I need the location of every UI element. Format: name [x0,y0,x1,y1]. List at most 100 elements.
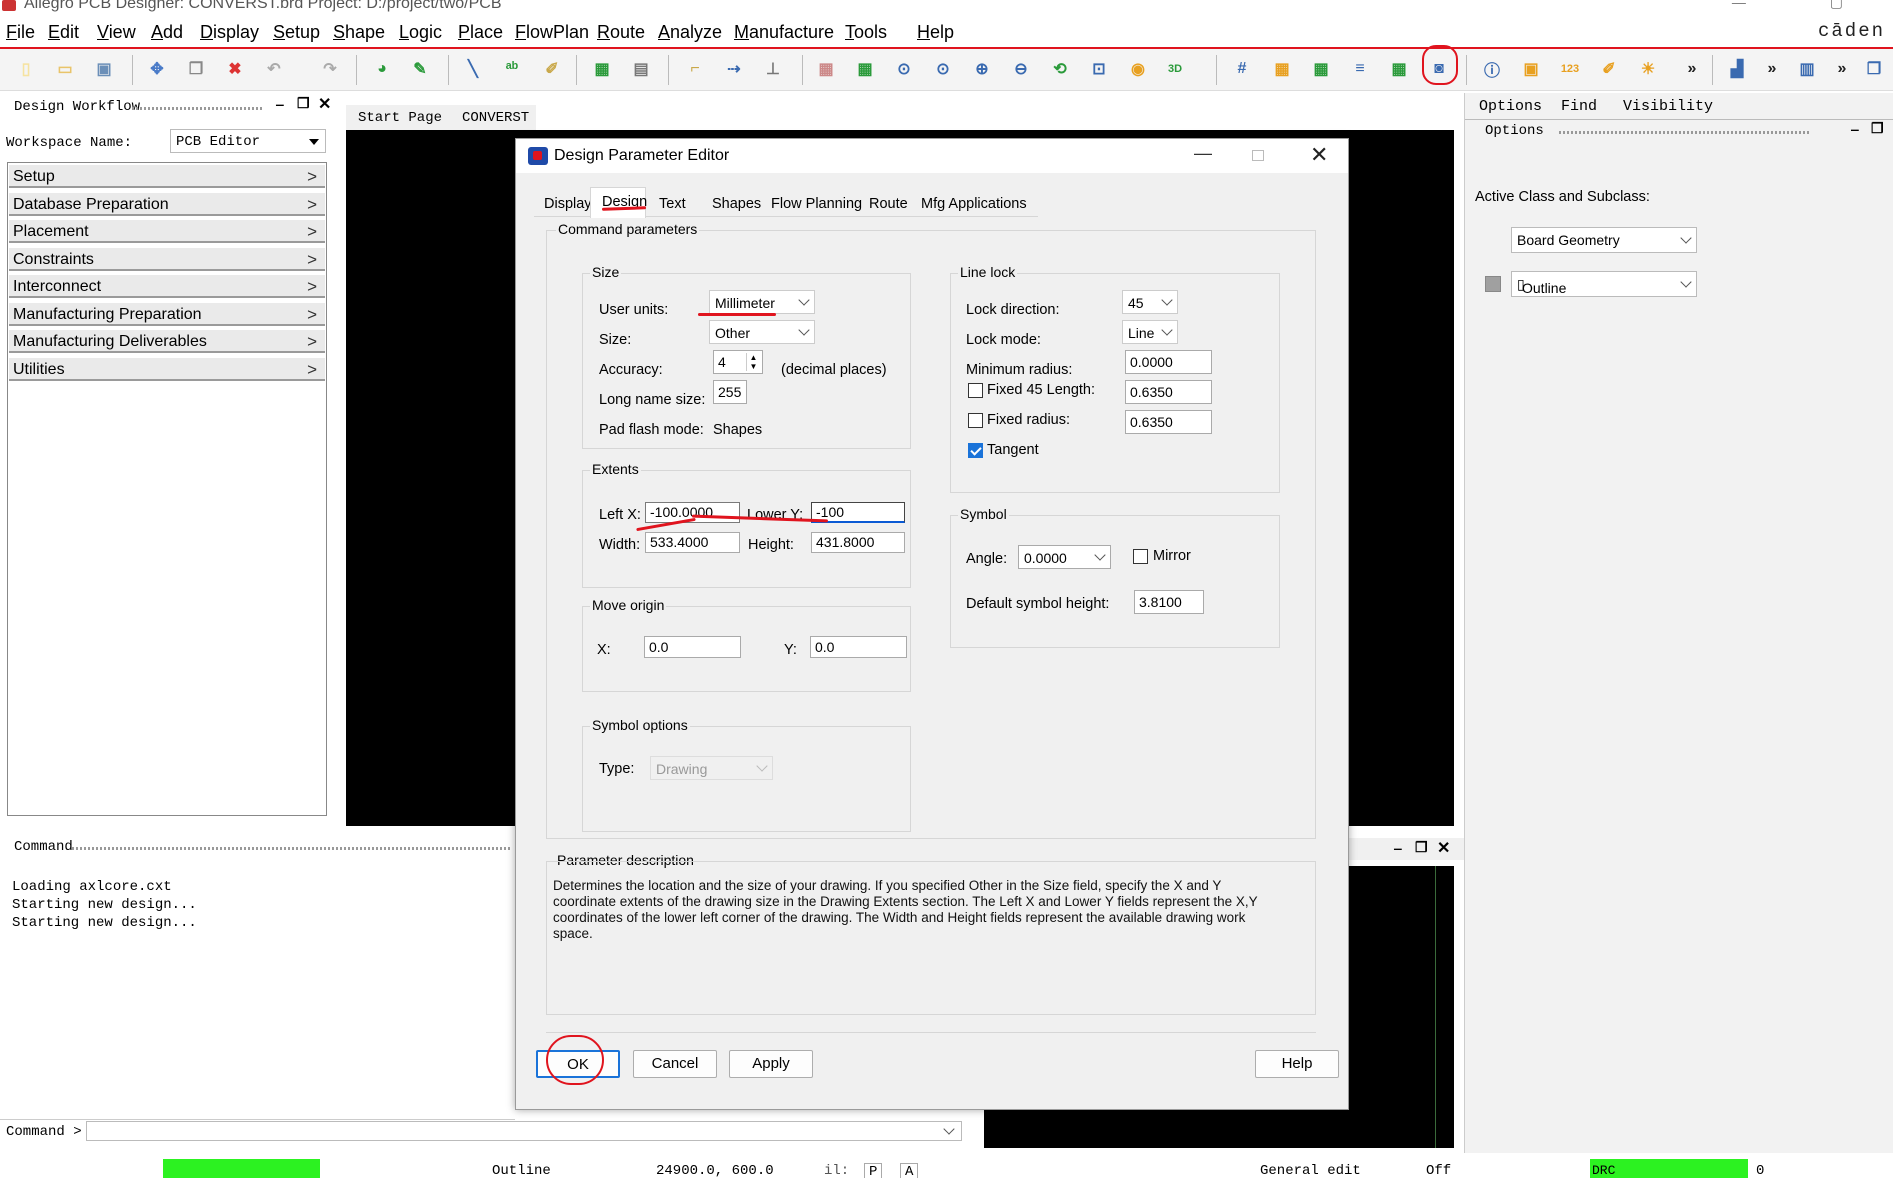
size-select[interactable]: Other [709,320,815,344]
menu-edit[interactable]: Edit [48,22,79,43]
tab-shapes[interactable]: Shapes [712,196,761,212]
window-icon[interactable]: ❐ [1862,57,1886,81]
apply-button[interactable]: Apply [729,1050,813,1078]
menu-shape[interactable]: Shape [333,22,385,43]
workflow-item-constraints[interactable]: Constraints > [9,246,325,271]
minimize-icon[interactable]: ‒ [1851,121,1859,137]
zoom-fit-icon[interactable]: ⊙ [892,57,916,81]
menu-add[interactable]: Add [151,22,183,43]
subclass-select[interactable]: ▯ Outline [1511,271,1697,297]
menu-file[interactable]: File [6,22,35,43]
zoom-world-icon[interactable]: ⊡ [1087,57,1111,81]
property-icon[interactable]: ▣ [1519,57,1543,81]
cancel-button[interactable]: Cancel [633,1050,717,1078]
split-view-icon[interactable]: ▥ [1795,57,1819,81]
overflow-icon[interactable]: » [1830,57,1854,81]
fixed-radius-checkbox[interactable] [968,413,983,428]
command-input[interactable] [86,1121,962,1141]
tab-visibility[interactable]: Visibility [1623,98,1713,115]
menu-manufacture[interactable]: Manufacture [734,22,834,43]
board-icon[interactable]: ▦ [1387,57,1411,81]
color-icon[interactable]: ▦ [1270,57,1294,81]
save-icon[interactable]: ▣ [92,57,116,81]
origin-y-field[interactable]: 0.0 [810,636,907,658]
restore-icon[interactable]: ❐ [297,95,310,112]
grid-toggle-icon[interactable]: # [1230,57,1254,81]
info-icon[interactable]: ⓘ [1480,57,1504,81]
tab-find[interactable]: Find [1561,98,1597,115]
restore-icon[interactable]: ❐ [1415,839,1428,856]
angle-select[interactable]: 0.0000 [1018,545,1111,569]
default-symbol-height-field[interactable]: 3.8100 [1134,590,1204,614]
tab-flow-planning[interactable]: Flow Planning [771,196,862,212]
help-button[interactable]: Help [1255,1050,1339,1078]
delete-icon[interactable]: ✖ [223,57,247,81]
status-a-button[interactable]: A [900,1163,919,1178]
workspace-select[interactable]: PCB Editor [170,129,326,153]
workflow-item-setup[interactable]: Setup > [9,164,325,188]
mirror-checkbox[interactable] [1133,549,1148,564]
grid-icon[interactable]: ▦ [814,57,838,81]
window-controls[interactable]: — ▢ [1732,0,1883,11]
width-field[interactable]: 533.4000 [645,532,740,553]
accuracy-spinner[interactable]: 4 ▲ ▼ [713,350,763,374]
spinner-arrows-icon[interactable]: ▲ ▼ [746,353,760,371]
grid-snap-icon[interactable]: ▦ [853,57,877,81]
component-icon[interactable]: ▦ [590,57,614,81]
zoom-in-icon[interactable]: ⊕ [970,57,994,81]
brightness-icon[interactable]: ☀ [1636,57,1660,81]
menu-help[interactable]: Help [917,22,954,43]
add-line-icon[interactable]: ╲ [461,57,485,81]
workflow-item-manufacturing-preparation[interactable]: Manufacturing Preparation > [9,301,325,326]
tab-display[interactable]: Display [544,196,592,212]
fixed-45-length-field[interactable]: 0.6350 [1125,380,1212,404]
copy-icon[interactable]: ❐ [184,57,208,81]
origin-x-field[interactable]: 0.0 [644,636,741,658]
pin-icon[interactable]: ✎ [408,57,432,81]
restore-icon[interactable]: ❐ [1871,120,1884,137]
highlight-icon[interactable]: ✐ [1597,57,1621,81]
workflow-item-interconnect[interactable]: Interconnect > [9,274,325,298]
route-icon[interactable]: ⌐ [683,57,707,81]
move-icon[interactable]: ✥ [145,57,169,81]
menu-display[interactable]: Display [200,22,259,43]
minimize-icon[interactable]: ‒ [276,96,284,112]
refresh-icon[interactable]: ◉ [1126,57,1150,81]
module-icon[interactable]: ▤ [629,57,653,81]
tab-options[interactable]: Options [1479,98,1542,115]
menu-view[interactable]: View [97,22,136,43]
menu-tools[interactable]: Tools [845,22,887,43]
open-folder-icon[interactable]: ▭ [53,57,77,81]
drc-indicator[interactable]: DRC [1590,1159,1748,1178]
zoom-previous-icon[interactable]: ⟲ [1048,57,1072,81]
tab-route[interactable]: Route [869,196,908,212]
redo-icon[interactable]: ↷ [318,57,342,81]
lock-direction-select[interactable]: 45 [1122,290,1178,314]
stack-icon[interactable]: ≡ [1348,57,1372,81]
menu-analyze[interactable]: Analyze [658,22,722,43]
3d-view-icon[interactable]: 3D [1163,57,1187,81]
zoom-in-area-icon[interactable]: ⊙ [931,57,955,81]
tab-text[interactable]: Text [659,196,686,212]
menu-logic[interactable]: Logic [399,22,442,43]
menu-setup[interactable]: Setup [273,22,320,43]
zoom-out-icon[interactable]: ⊖ [1009,57,1033,81]
overflow-icon[interactable]: » [1680,57,1704,81]
slide-icon[interactable]: ⇢ [722,57,746,81]
minimize-icon[interactable]: — [1194,143,1212,164]
menu-flowplan[interactable]: FlowPlan [515,22,589,43]
undo-icon[interactable]: ↶ [262,57,286,81]
user-units-select[interactable]: Millimeter [709,290,815,314]
workflow-item-utilities[interactable]: Utilities > [9,356,325,381]
lock-mode-select[interactable]: Line [1122,320,1178,344]
overflow-icon[interactable]: » [1760,57,1784,81]
edit-text-icon[interactable]: ✐ [540,57,564,81]
workflow-item-placement[interactable]: Placement > [9,219,325,243]
long-name-size-field[interactable]: 255 [713,380,747,404]
height-field[interactable]: 431.8000 [811,532,905,553]
tab-start-page[interactable]: Start Page [358,110,442,126]
close-icon[interactable]: ✕ [318,94,331,114]
class-select[interactable]: Board Geometry [1511,227,1697,253]
placement-icon[interactable]: ▟ [1725,57,1749,81]
fixed-45-length-checkbox[interactable] [968,383,983,398]
